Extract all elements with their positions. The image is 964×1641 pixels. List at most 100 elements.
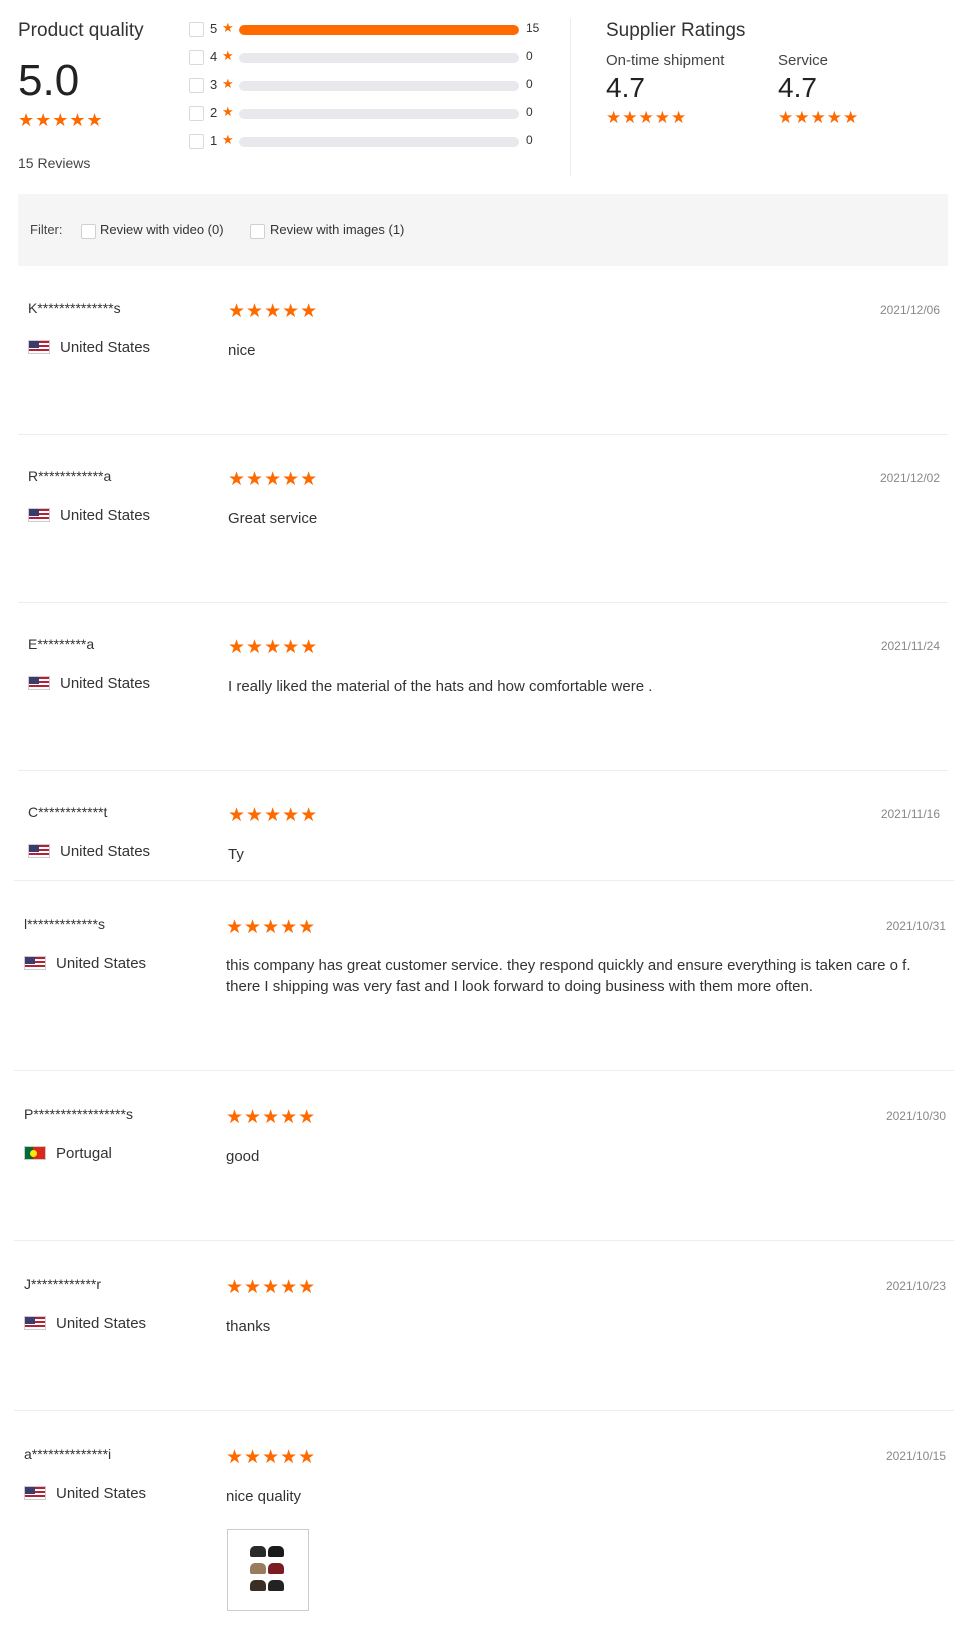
distribution-star-label: 3 <box>210 77 218 92</box>
distribution-count: 0 <box>526 77 533 91</box>
review-text: nice <box>228 342 256 359</box>
review-stars: ★★★★★ <box>226 917 317 938</box>
distribution-bar-fill <box>239 25 519 35</box>
review-stars: ★★★★★ <box>228 469 319 490</box>
review-stars: ★★★★★ <box>228 637 319 658</box>
ontime-shipment-stars: ★★★★★ <box>606 108 688 127</box>
star-icon: ★ <box>222 20 234 35</box>
distribution-star-label: 5 <box>210 21 218 36</box>
hat-image <box>250 1580 266 1591</box>
review-divider <box>14 1240 954 1241</box>
us-flag-icon <box>28 676 50 690</box>
review-date: 2021/11/24 <box>880 639 940 653</box>
distribution-star-label: 1 <box>210 133 218 148</box>
review-stars: ★★★★★ <box>226 1107 317 1128</box>
product-quality-stars: ★★★★★ <box>18 110 104 130</box>
filter-label: Filter: <box>30 222 63 237</box>
filter-1-star-checkbox[interactable] <box>189 134 204 149</box>
reviewer-name: C************t <box>28 804 108 820</box>
reviewer-name: l*************s <box>24 916 105 932</box>
service-stars: ★★★★★ <box>778 108 860 127</box>
star-icon: ★ <box>222 76 234 91</box>
distribution-star-label: 4 <box>210 49 218 64</box>
distribution-row-4[interactable]: 4 ★ 0 <box>189 48 549 66</box>
reviewer-country: United States <box>56 1485 147 1502</box>
review-text: nice quality <box>226 1488 302 1505</box>
review-divider <box>14 1410 954 1411</box>
review-text: I really liked the material of the hats … <box>228 678 653 695</box>
review-date: 2021/12/02 <box>879 471 940 485</box>
reviewer-name: P*****************s <box>24 1106 133 1122</box>
review-image-thumbnail[interactable] <box>227 1529 309 1611</box>
distribution-row-5[interactable]: 5 ★ 15 <box>189 20 549 38</box>
star-icon: ★ <box>222 48 234 63</box>
distribution-row-2[interactable]: 2 ★ 0 <box>189 104 549 122</box>
hat-image <box>268 1563 284 1574</box>
review-divider <box>18 770 948 771</box>
review-text: this company has great customer service.… <box>226 957 911 995</box>
reviewer-country: United States <box>60 339 151 356</box>
distribution-row-1[interactable]: 1 ★ 0 <box>189 132 549 150</box>
distribution-count: 0 <box>526 133 533 147</box>
star-icon: ★ <box>222 104 234 119</box>
review-stars: ★★★★★ <box>228 301 319 322</box>
review-text: Ty <box>228 846 244 863</box>
distribution-bar <box>239 137 519 147</box>
reviewer-name: a**************i <box>24 1446 112 1462</box>
ontime-shipment-value: 4.7 <box>606 72 645 103</box>
distribution-row-3[interactable]: 3 ★ 0 <box>189 76 549 94</box>
review-date: 2021/10/30 <box>885 1109 946 1123</box>
review-date: 2021/10/31 <box>885 919 946 933</box>
distribution-star-label: 2 <box>210 105 218 120</box>
portugal-flag-icon <box>24 1146 46 1160</box>
us-flag-icon <box>24 956 46 970</box>
review-date: 2021/12/06 <box>879 303 940 317</box>
reviewer-name: J************r <box>24 1276 102 1292</box>
review-date: 2021/10/23 <box>885 1279 946 1293</box>
service-label: Service <box>778 52 829 69</box>
review-date: 2021/11/16 <box>880 807 940 821</box>
star-icon: ★ <box>222 132 234 147</box>
distribution-bar <box>239 81 519 91</box>
reviewer-country: United States <box>56 1315 147 1332</box>
reviewer-country: United States <box>60 675 151 692</box>
review-date: 2021/10/15 <box>885 1449 946 1463</box>
filter-4-star-checkbox[interactable] <box>189 50 204 65</box>
images-filter-label[interactable]: Review with images (1) <box>270 222 404 237</box>
reviewer-country: United States <box>60 843 151 860</box>
reviewer-name: K**************s <box>28 300 121 316</box>
images-filter-checkbox[interactable] <box>250 224 265 239</box>
ontime-shipment-label: On-time shipment <box>606 52 725 69</box>
hat-image <box>268 1580 284 1591</box>
distribution-count: 15 <box>526 21 540 35</box>
us-flag-icon <box>28 340 50 354</box>
us-flag-icon <box>24 1486 46 1500</box>
reviews-count: 15 Reviews <box>18 155 91 171</box>
video-filter-checkbox[interactable] <box>81 224 96 239</box>
us-flag-icon <box>28 844 50 858</box>
reviewer-country: United States <box>56 955 147 972</box>
video-filter-label[interactable]: Review with video (0) <box>100 222 224 237</box>
review-divider <box>14 1070 954 1071</box>
review-text: thanks <box>226 1318 271 1335</box>
distribution-bar <box>239 109 519 119</box>
distribution-bar <box>239 25 519 35</box>
review-divider <box>14 880 954 881</box>
reviewer-country: Portugal <box>56 1145 112 1162</box>
review-stars: ★★★★★ <box>226 1277 317 1298</box>
reviewer-name: E*********a <box>28 636 95 652</box>
reviewer-country: United States <box>60 507 151 524</box>
review-stars: ★★★★★ <box>228 805 319 826</box>
review-text: Great service <box>228 510 318 527</box>
filter-5-star-checkbox[interactable] <box>189 22 204 37</box>
filter-3-star-checkbox[interactable] <box>189 78 204 93</box>
review-divider <box>18 602 948 603</box>
filter-2-star-checkbox[interactable] <box>189 106 204 121</box>
supplier-ratings-title: Supplier Ratings <box>606 20 746 41</box>
service-value: 4.7 <box>778 72 817 103</box>
review-divider <box>18 434 948 435</box>
section-divider <box>570 18 571 176</box>
hat-image <box>250 1563 266 1574</box>
product-quality-title: Product quality <box>18 20 144 41</box>
us-flag-icon <box>28 508 50 522</box>
